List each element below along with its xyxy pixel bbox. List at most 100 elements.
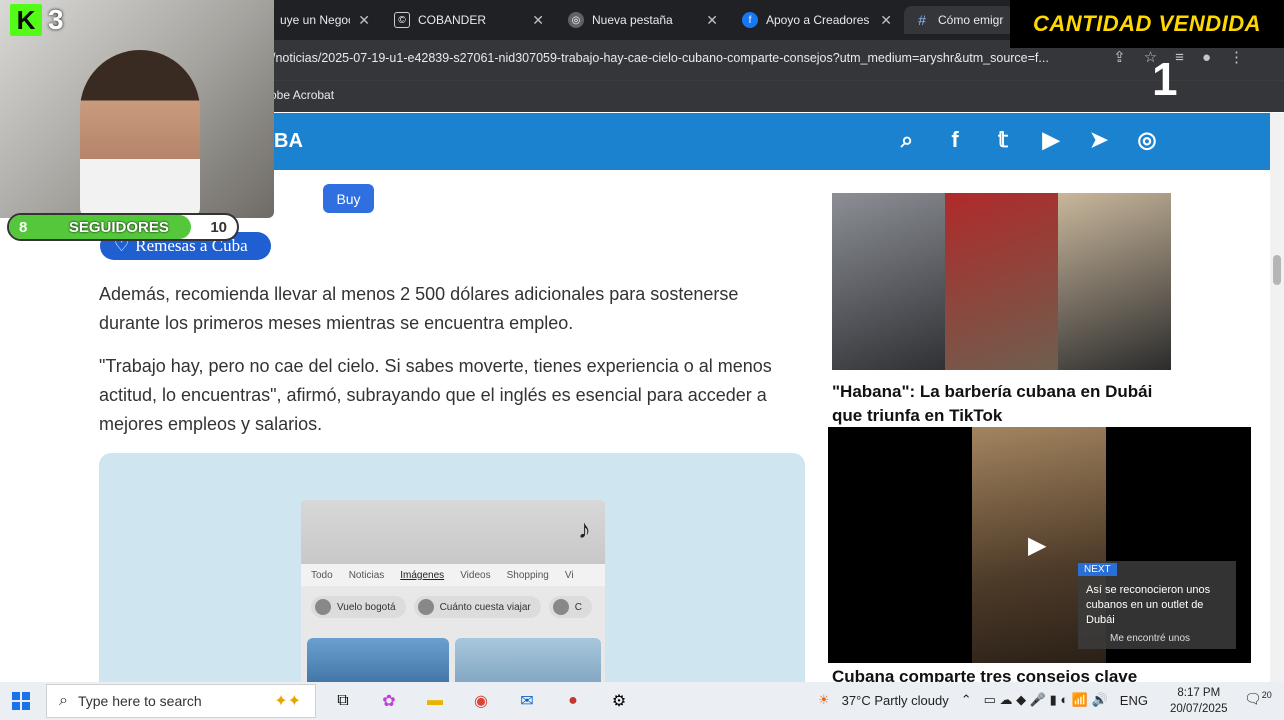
kick-logo-icon: K — [10, 4, 42, 36]
tiktok-video[interactable]: ♪ Todo Noticias Imágenes Videos Shopping… — [301, 500, 605, 682]
kick-badge: K 3 — [10, 4, 64, 36]
search-tab: Imágenes — [400, 569, 445, 581]
scrollbar-thumb[interactable] — [1273, 255, 1281, 285]
webcam-overlay: K 3 — [0, 0, 274, 218]
taskbar-search[interactable]: ⌕ Type here to search ✦✦ — [46, 684, 316, 718]
article-paragraph: Además, recomienda llevar al menos 2 500… — [99, 284, 739, 333]
sales-banner: CANTIDAD VENDIDA — [1010, 0, 1284, 48]
clock-time: 8:17 PM — [1177, 687, 1221, 699]
install-icon[interactable]: ⇪ — [1113, 48, 1126, 66]
app-icon[interactable]: ● — [560, 688, 586, 714]
close-icon[interactable]: ✕ — [880, 12, 892, 29]
tab-cobander[interactable]: © COBANDER ✕ — [384, 6, 554, 34]
notification-count: 20 — [1261, 690, 1272, 700]
tiktok-icon: ♪ — [578, 514, 591, 544]
story-title-link[interactable]: "Habana": La barbería cubana en Dubái qu… — [832, 380, 1172, 428]
followers-labels: 8 SEGUIDORES 10 — [9, 215, 237, 239]
notification-icon[interactable]: 🗨20 — [1244, 690, 1272, 708]
url-field[interactable]: /noticias/2025-07-19-u1-e42839-s27061-ni… — [272, 51, 1102, 65]
tiktok-embed: ♪ Todo Noticias Imágenes Videos Shopping… — [99, 453, 805, 682]
menu-icon[interactable]: ⋮ — [1229, 48, 1244, 66]
search-tab: Shopping — [506, 569, 549, 581]
weather-icon[interactable]: ☀ — [818, 692, 830, 708]
windows-start-icon[interactable] — [12, 692, 30, 710]
social-links: ⌕ f 𝕥 ▶ ➤ ◎ — [894, 127, 1160, 153]
facebook-icon[interactable]: f — [942, 127, 968, 153]
search-icon: ⌕ — [59, 692, 68, 709]
taskbar-apps: ⧉ ✿ ▬ ◉ ✉ ● ⚙ — [330, 688, 632, 714]
story-title-link[interactable]: Cubana comparte tres consejos clave — [832, 667, 1137, 682]
video-player[interactable]: ▶ Así se reconocieron unos cubanos en un… — [828, 427, 1251, 663]
clock-date: 20/07/2025 — [1170, 703, 1228, 715]
chrome-icon[interactable]: ◉ — [468, 688, 494, 714]
bookmark-acrobat[interactable]: obe Acrobat — [270, 88, 334, 102]
hashtag-icon: # — [918, 12, 926, 28]
search-tab: Noticias — [348, 569, 385, 581]
task-view-icon[interactable]: ⧉ — [330, 688, 356, 714]
tab-title: Apoyo a Creadores D — [766, 13, 873, 27]
close-icon[interactable]: ✕ — [706, 12, 718, 29]
sparkle-icon: ✦✦ — [274, 693, 301, 710]
screen: uye un Negoci ✕ © COBANDER ✕ ◎ Nueva pes… — [0, 0, 1284, 720]
play-icon[interactable]: ▶ — [1028, 531, 1046, 560]
followers-goal-bar: 8 SEGUIDORES 10 — [7, 213, 239, 241]
buy-button[interactable]: Buy — [323, 184, 374, 213]
tab-negocio[interactable]: uye un Negoci ✕ — [270, 6, 380, 34]
chevron-up-icon[interactable]: ⌃ — [961, 692, 972, 708]
tab-title: COBANDER — [418, 13, 487, 27]
search-chip: Vuelo bogotá — [311, 596, 406, 618]
language-indicator[interactable]: ENG — [1120, 693, 1148, 708]
followers-current: 8 — [19, 218, 28, 236]
tab-title: Cómo emigrar — [938, 13, 1004, 27]
profile-avatar-icon[interactable]: ● — [1202, 49, 1211, 66]
tab-nueva-pestana[interactable]: ◎ Nueva pestaña ✕ — [558, 6, 728, 34]
telegram-icon[interactable]: ➤ — [1086, 127, 1112, 153]
close-icon[interactable]: ✕ — [358, 12, 370, 29]
followers-label: SEGUIDORES — [68, 218, 169, 236]
address-actions: ⇪ ☆ ≡ ● ⋮ — [1113, 48, 1244, 67]
tray-icons[interactable]: ▭ ☁ ◆ 🎤 ▮ ◐ 📶 🔊 — [984, 692, 1108, 708]
next-video-title: Así se reconocieron unos cubanos en un o… — [1086, 584, 1211, 626]
search-result-image — [455, 638, 601, 682]
copilot-icon[interactable]: ✿ — [376, 688, 402, 714]
site-logo[interactable]: BA — [274, 130, 303, 153]
followers-goal: 10 — [210, 218, 227, 236]
search-placeholder: Type here to search — [77, 693, 202, 709]
chrome-icon: ◎ — [568, 12, 584, 28]
next-video-subtitle: Me encontré unos — [1110, 633, 1191, 644]
tiktok-search-tabs: Todo Noticias Imágenes Videos Shopping V… — [301, 564, 605, 586]
search-tab: Videos — [460, 569, 491, 581]
kick-level: 3 — [48, 4, 64, 35]
tiktok-chips: Vuelo bogotá Cuánto cuesta viajar C — [311, 596, 592, 618]
cobander-icon: © — [394, 12, 410, 28]
clock[interactable]: 8:17 PM 20/07/2025 — [1170, 685, 1228, 717]
search-chip: Cuánto cuesta viajar — [413, 596, 541, 618]
page-scrollbar[interactable] — [1270, 113, 1284, 682]
tab-apoyo-creadores[interactable]: f Apoyo a Creadores D ✕ — [732, 6, 902, 34]
file-explorer-icon[interactable]: ▬ — [422, 688, 448, 714]
outlook-icon[interactable]: ✉ — [514, 688, 540, 714]
search-chip: C — [548, 596, 592, 618]
system-tray: ☀ 37°C Partly cloudy ⌃ ▭ ☁ ◆ 🎤 ▮ ◐ 📶 🔊 E… — [818, 692, 1148, 708]
youtube-icon[interactable]: ▶ — [1038, 127, 1064, 153]
tab-title: uye un Negoci — [280, 13, 351, 27]
settings-gear-icon[interactable]: ⚙ — [606, 688, 632, 714]
sales-count: 1 — [1152, 53, 1178, 105]
story-thumbnail[interactable] — [832, 193, 1171, 370]
tab-como-emigrar[interactable]: # Cómo emigrar — [904, 6, 1014, 34]
weather-text[interactable]: 37°C Partly cloudy — [842, 693, 949, 708]
facebook-icon: f — [742, 12, 758, 28]
close-icon[interactable]: ✕ — [532, 12, 544, 29]
next-label: NEXT — [1078, 563, 1117, 576]
instagram-icon[interactable]: ◎ — [1134, 127, 1160, 153]
search-icon[interactable]: ⌕ — [894, 127, 920, 153]
twitter-icon[interactable]: 𝕥 — [990, 127, 1016, 153]
article-paragraph: "Trabajo hay, pero no cae del cielo. Si … — [99, 356, 772, 434]
search-tab: Todo — [311, 569, 333, 581]
streamer-figure — [80, 50, 200, 218]
page-content: Buy ♡ Remesas a Cuba Además, recomienda … — [0, 170, 1270, 682]
windows-taskbar: ⌕ Type here to search ✦✦ ⧉ ✿ ▬ ◉ ✉ ● ⚙ ☀… — [0, 682, 1284, 720]
tab-title: Nueva pestaña — [592, 13, 673, 27]
tiktok-header: ♪ — [301, 500, 605, 564]
search-result-image — [307, 638, 449, 682]
